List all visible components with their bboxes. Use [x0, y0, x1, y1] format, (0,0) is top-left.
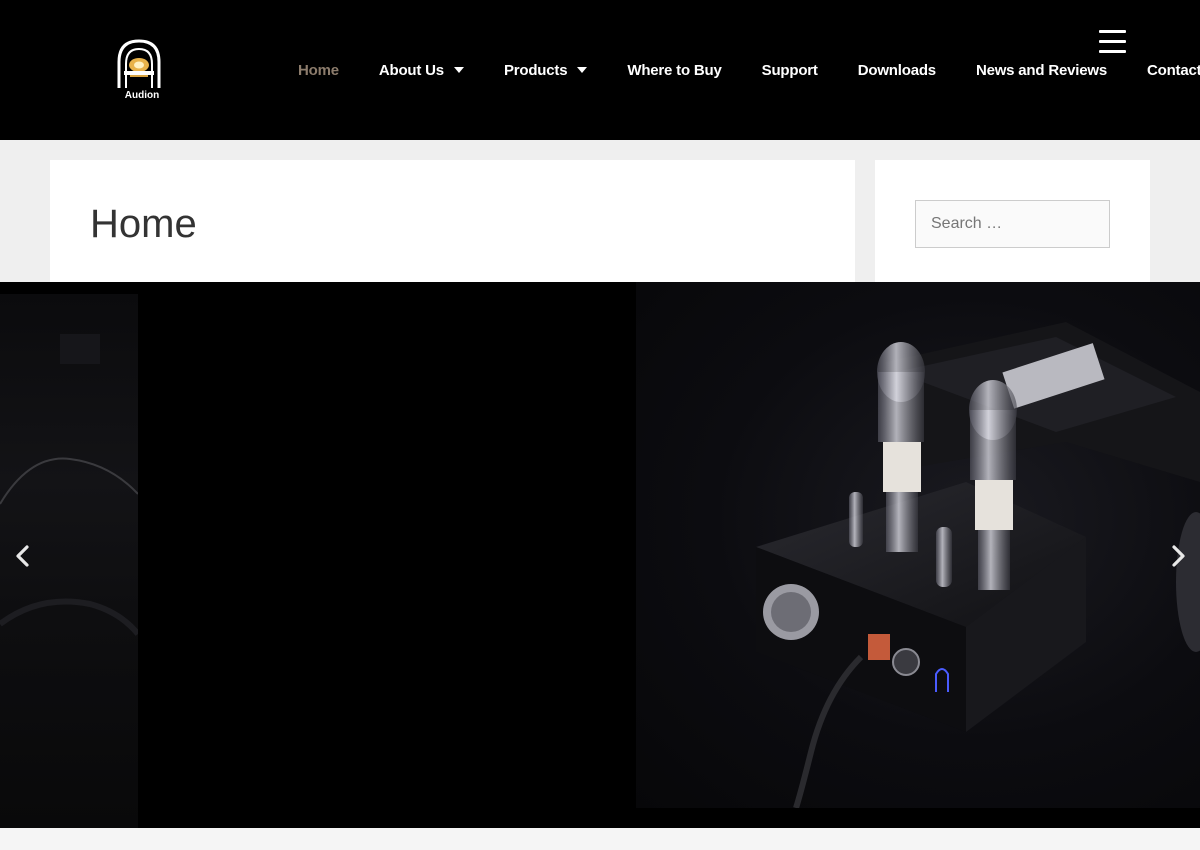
nav-item-news-and-reviews[interactable]: News and Reviews: [956, 62, 1127, 79]
page-title: Home: [90, 202, 197, 246]
hamburger-menu-icon[interactable]: [1099, 30, 1126, 54]
nav-item-label: Downloads: [857, 61, 936, 79]
nav-item-label: Support: [761, 61, 818, 79]
nav-item-label: Home: [298, 61, 339, 79]
sidebar-card: [875, 160, 1150, 282]
nav-item-label: Where to Buy: [627, 61, 722, 79]
caret-down-icon: [577, 67, 588, 73]
audion-logo[interactable]: Audion: [112, 38, 168, 104]
main-content-card: Home: [50, 160, 855, 282]
nav-item-contact[interactable]: Contact: [1127, 62, 1200, 79]
tube-amplifier-image: [756, 322, 1200, 808]
nav-item-products[interactable]: Products: [484, 62, 607, 79]
nav-item-downloads[interactable]: Downloads: [838, 62, 956, 79]
site-header: Audion Home About Us Products Where to Buy S…: [0, 0, 1200, 140]
chevron-left-icon: [16, 545, 29, 567]
page-bottom-strip: [0, 828, 1200, 850]
nav-item-label: News and Reviews: [975, 61, 1107, 79]
search-input[interactable]: [915, 200, 1110, 248]
hamburger-bar: [1099, 50, 1126, 53]
nav-item-support[interactable]: Support: [742, 62, 838, 79]
slider-next-button[interactable]: [1168, 544, 1188, 568]
main-nav-viewport: Home About Us Products Where to Buy Support D…: [278, 50, 1200, 90]
nav-item-label: Products: [503, 61, 568, 79]
nav-item-where-to-buy[interactable]: Where to Buy: [607, 62, 741, 79]
amplifier-slide-image: [636, 282, 1200, 808]
main-nav: Home About Us Products Where to Buy Support D…: [278, 58, 1200, 82]
nav-item-label: Contact: [1146, 61, 1200, 79]
caret-down-icon: [453, 67, 464, 73]
logo-text: Audion: [124, 90, 160, 101]
audion-logo-mark: [117, 39, 161, 88]
nav-item-about-us[interactable]: About Us: [359, 62, 484, 79]
chevron-right-icon: [1172, 545, 1185, 567]
slider-prev-button[interactable]: [13, 544, 33, 568]
hamburger-bar: [1099, 40, 1126, 43]
nav-item-home[interactable]: Home: [278, 62, 359, 79]
hamburger-bar: [1099, 30, 1126, 33]
nav-item-label: About Us: [378, 61, 444, 79]
hero-slider: [0, 282, 1200, 828]
